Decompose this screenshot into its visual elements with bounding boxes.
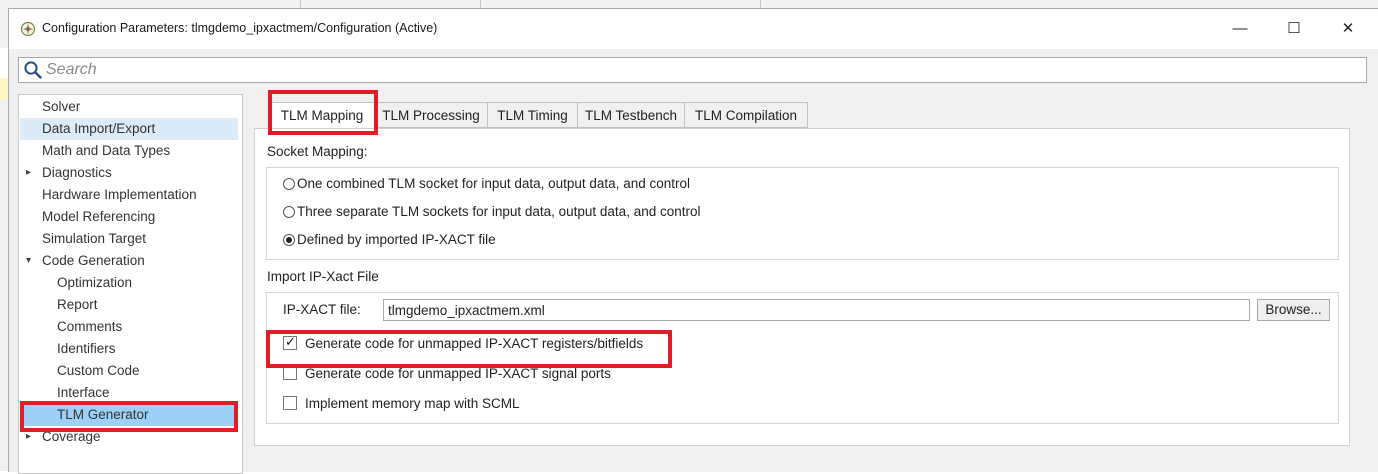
category-tree: Solver Data Import/Export Math and Data … — [18, 94, 243, 474]
search-icon — [24, 61, 42, 79]
tree-item-code-generation[interactable]: ▾ Code Generation — [20, 250, 238, 272]
tab-tlm-compilation[interactable]: TLM Compilation — [684, 102, 808, 128]
radio-label: Defined by imported IP-XACT file — [297, 232, 496, 247]
import-ipxact-group: IP-XACT file: Browse... Generate code fo… — [266, 292, 1339, 424]
simulink-app-icon — [20, 21, 36, 37]
maximize-button[interactable]: ☐ — [1271, 9, 1317, 49]
radio-one-combined-socket[interactable]: One combined TLM socket for input data, … — [283, 174, 690, 194]
tree-item-tlm-generator[interactable]: TLM Generator — [20, 404, 238, 426]
tree-item-label: TLM Generator — [57, 407, 149, 422]
tree-item-label: Optimization — [57, 275, 133, 290]
radio-label: Three separate TLM sockets for input dat… — [297, 204, 701, 219]
tlm-mapping-panel: Socket Mapping: One combined TLM socket … — [254, 128, 1350, 446]
search-input[interactable]: Search — [18, 57, 1367, 83]
expand-arrow-icon[interactable]: ▸ — [26, 162, 31, 184]
configuration-parameters-dialog: Configuration Parameters: tlmgdemo_ipxac… — [8, 8, 1378, 474]
tab-tlm-mapping[interactable]: TLM Mapping — [269, 102, 375, 129]
tree-item-coverage[interactable]: ▸ Coverage — [20, 426, 238, 448]
tree-item-label: Simulation Target — [42, 231, 147, 246]
radio-defined-by-ipxact[interactable]: Defined by imported IP-XACT file — [283, 230, 496, 250]
socket-mapping-heading: Socket Mapping: — [267, 144, 368, 159]
tree-item-label: Hardware Implementation — [42, 187, 197, 202]
checkbox-unchecked[interactable] — [283, 396, 297, 410]
tree-item-custom-code[interactable]: Custom Code — [20, 360, 238, 382]
tree-item-identifiers[interactable]: Identifiers — [20, 338, 238, 360]
radio-button[interactable] — [283, 178, 295, 190]
title-bar: Configuration Parameters: tlmgdemo_ipxac… — [9, 9, 1378, 49]
close-button[interactable]: ✕ — [1325, 9, 1371, 49]
browse-button[interactable]: Browse... — [1257, 299, 1330, 321]
tree-item-interface[interactable]: Interface — [20, 382, 238, 404]
tree-item-label: Code Generation — [42, 253, 145, 268]
tree-item-label: Coverage — [42, 429, 101, 444]
tree-item-report[interactable]: Report — [20, 294, 238, 316]
minimize-button[interactable]: — — [1217, 9, 1263, 49]
settings-pane: TLM Mapping TLM Processing TLM Timing TL… — [249, 94, 1378, 472]
search-placeholder: Search — [46, 61, 97, 78]
tree-item-label: Math and Data Types — [42, 143, 171, 158]
expand-arrow-icon[interactable]: ▸ — [26, 426, 31, 448]
tree-item-hardware-implementation[interactable]: Hardware Implementation — [20, 184, 238, 206]
checkbox-label: Generate code for unmapped IP-XACT signa… — [305, 366, 611, 381]
tab-tlm-processing[interactable]: TLM Processing — [374, 102, 488, 128]
window-title: Configuration Parameters: tlmgdemo_ipxac… — [42, 21, 438, 35]
tree-item-label: Comments — [57, 319, 123, 334]
tree-item-data-import-export[interactable]: Data Import/Export — [20, 118, 238, 140]
socket-mapping-group: One combined TLM socket for input data, … — [266, 167, 1339, 260]
tree-item-solver[interactable]: Solver — [20, 96, 238, 118]
tree-item-label: Data Import/Export — [42, 121, 156, 136]
radio-three-separate-sockets[interactable]: Three separate TLM sockets for input dat… — [283, 202, 701, 222]
tree-item-model-referencing[interactable]: Model Referencing — [20, 206, 238, 228]
radio-button-selected[interactable] — [283, 234, 295, 246]
tree-item-diagnostics[interactable]: ▸ Diagnostics — [20, 162, 238, 184]
background-divider — [300, 0, 301, 8]
tab-tlm-testbench[interactable]: TLM Testbench — [577, 102, 685, 128]
checkbox-unmapped-signal-ports[interactable]: Generate code for unmapped IP-XACT signa… — [283, 364, 611, 384]
checkbox-label: Implement memory map with SCML — [305, 396, 520, 411]
checkbox-unchecked[interactable] — [283, 366, 297, 380]
tree-item-label: Interface — [57, 385, 110, 400]
background-divider — [480, 0, 481, 8]
tree-item-label: Solver — [42, 99, 81, 114]
ipxact-file-label: IP-XACT file: — [283, 302, 361, 317]
background-divider — [760, 0, 761, 8]
checkbox-label: Generate code for unmapped IP-XACT regis… — [305, 336, 644, 351]
import-ipxact-heading: Import IP-Xact File — [267, 269, 379, 284]
radio-label: One combined TLM socket for input data, … — [297, 176, 690, 191]
tree-item-math-and-data-types[interactable]: Math and Data Types — [20, 140, 238, 162]
tree-item-label: Model Referencing — [42, 209, 156, 224]
tree-item-simulation-target[interactable]: Simulation Target — [20, 228, 238, 250]
collapse-arrow-icon[interactable]: ▾ — [26, 250, 31, 272]
ipxact-file-field[interactable] — [383, 299, 1250, 321]
tab-tlm-timing[interactable]: TLM Timing — [487, 102, 578, 128]
checkbox-memory-map-scml[interactable]: Implement memory map with SCML — [283, 394, 520, 414]
tree-item-optimization[interactable]: Optimization — [20, 272, 238, 294]
checkbox-unmapped-registers[interactable]: Generate code for unmapped IP-XACT regis… — [283, 333, 644, 354]
tree-item-label: Diagnostics — [42, 165, 112, 180]
radio-button[interactable] — [283, 206, 295, 218]
tree-item-comments[interactable]: Comments — [20, 316, 238, 338]
tree-item-label: Custom Code — [57, 363, 140, 378]
tree-item-label: Identifiers — [57, 341, 116, 356]
checkbox-checked[interactable] — [283, 333, 297, 353]
tree-item-label: Report — [57, 297, 98, 312]
